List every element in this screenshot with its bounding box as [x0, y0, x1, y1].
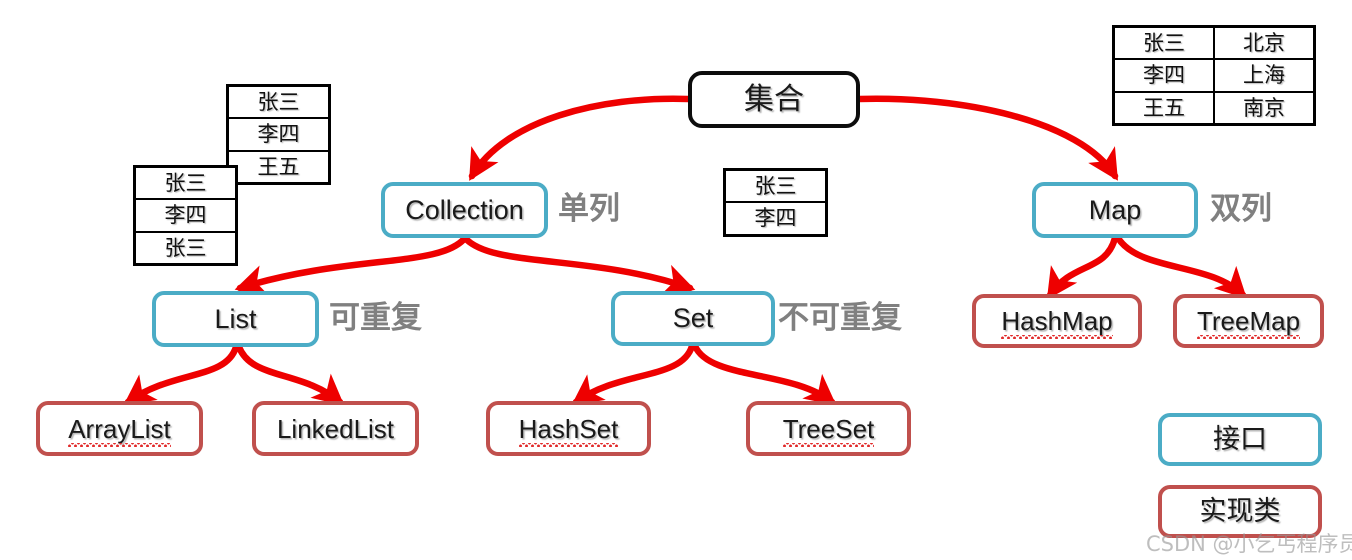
table-map-sample-body: 张三 北京 李四 上海 王五 南京: [1112, 25, 1316, 126]
table-list-back: 张三 李四 王五: [226, 84, 331, 185]
table-map-sample: 张三 北京 李四 上海 王五 南京: [1112, 25, 1316, 126]
legend-interface: 接口: [1158, 413, 1322, 466]
table-row: 张三: [226, 84, 331, 120]
node-arraylist[interactable]: ArrayList: [36, 401, 203, 456]
node-hashmap-label: HashMap: [1001, 306, 1113, 339]
table-cell: 王五: [1112, 90, 1215, 126]
table-cell: 张三: [723, 168, 828, 204]
node-hashmap[interactable]: HashMap: [972, 294, 1142, 348]
arrow-root-to-collection: [468, 95, 692, 181]
table-cell: 李四: [133, 198, 238, 233]
node-map-label: Map: [1088, 194, 1142, 225]
node-collection[interactable]: Collection: [381, 182, 548, 238]
node-set[interactable]: Set: [611, 291, 775, 346]
table-row: 李四 上海: [1112, 58, 1316, 93]
node-hashset[interactable]: HashSet: [486, 401, 651, 456]
table-row: 王五 南京: [1112, 90, 1316, 126]
table-cell: 李四: [1112, 58, 1215, 93]
node-arraylist-label: ArrayList: [68, 413, 171, 447]
node-set-label: Set: [672, 303, 714, 333]
table-cell: 李四: [723, 201, 828, 236]
table-row: 李四: [226, 117, 331, 152]
table-row: 张三: [723, 168, 828, 204]
node-root-collection[interactable]: 集合: [688, 71, 860, 128]
table-cell: 北京: [1213, 25, 1316, 61]
table-cell: 张三: [226, 84, 331, 120]
node-linkedlist-label: LinkedList: [276, 413, 395, 444]
arrow-map-to-hashmap: [1046, 234, 1119, 300]
legend-interface-label: 接口: [1213, 424, 1267, 455]
table-cell: 张三: [133, 230, 238, 266]
node-linkedlist[interactable]: LinkedList: [252, 401, 419, 456]
annotation-list-note: 可重复: [329, 300, 422, 336]
table-cell: 南京: [1213, 90, 1316, 126]
node-root-label: 集合: [744, 81, 804, 117]
arrow-collection-to-list: [234, 234, 469, 296]
table-cell: 李四: [226, 117, 331, 152]
annotation-collection-note: 单列: [558, 191, 620, 227]
diagram-canvas: 集合 Collection Map List Set HashMap TreeM…: [0, 0, 1352, 560]
table-set-sample-body: 张三 李四: [723, 168, 828, 236]
table-row: 张三: [133, 165, 238, 201]
node-treeset[interactable]: TreeSet: [746, 401, 911, 456]
arrow-set-to-treeset: [691, 342, 837, 406]
table-list-front-body: 张三 李四 张三: [133, 165, 238, 266]
arrow-set-to-hashset: [571, 342, 696, 406]
node-collection-label: Collection: [405, 194, 524, 225]
table-row: 张三: [133, 230, 238, 266]
table-row: 李四: [133, 198, 238, 233]
node-treeset-label: TreeSet: [782, 413, 875, 447]
legend-implementation-label: 实现类: [1199, 496, 1281, 527]
table-set-sample: 张三 李四: [723, 168, 828, 237]
arrow-root-to-map: [855, 95, 1119, 181]
table-row: 王五: [226, 149, 331, 185]
table-cell: 张三: [133, 165, 238, 201]
node-treemap[interactable]: TreeMap: [1173, 294, 1324, 348]
table-cell: 上海: [1213, 58, 1316, 93]
arrow-map-to-treemap: [1114, 234, 1247, 299]
node-list-label: List: [214, 303, 257, 334]
node-map[interactable]: Map: [1032, 182, 1198, 238]
arrow-list-to-linkedlist: [235, 343, 345, 406]
table-cell: 张三: [1112, 25, 1215, 61]
annotation-set-note: 不可重复: [778, 300, 902, 336]
arrow-list-to-arraylist: [123, 343, 240, 406]
csdn-watermark: CSDN @小乞丐程序员: [1146, 532, 1352, 556]
node-treemap-label: TreeMap: [1196, 306, 1301, 339]
node-list[interactable]: List: [152, 291, 319, 347]
table-row: 李四: [723, 201, 828, 236]
table-list-back-body: 张三 李四 王五: [226, 84, 331, 185]
table-list-front: 张三 李四 张三: [133, 165, 238, 266]
table-cell: 王五: [226, 149, 331, 185]
annotation-map-note: 双列: [1210, 191, 1272, 227]
arrow-collection-to-set: [461, 234, 696, 295]
table-row: 张三 北京: [1112, 25, 1316, 61]
node-hashset-label: HashSet: [518, 413, 619, 447]
